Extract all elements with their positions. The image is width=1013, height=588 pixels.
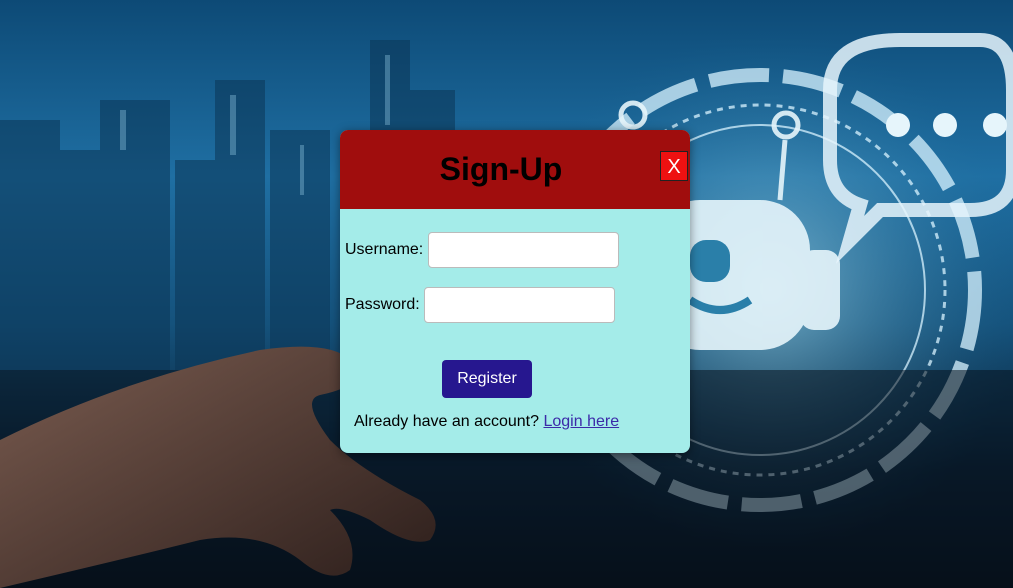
username-label: Username: (345, 241, 424, 258)
password-label: Password: (345, 296, 420, 313)
login-link[interactable]: Login here (543, 413, 619, 430)
password-input[interactable] (424, 287, 615, 323)
register-button[interactable]: Register (442, 360, 532, 398)
login-prompt: Already have an account? Login here (354, 412, 619, 432)
signup-modal: Sign-Up X Username: Password: Register A… (340, 130, 690, 453)
modal-header: Sign-Up X (340, 130, 690, 209)
modal-title: Sign-Up (439, 151, 563, 187)
login-prompt-text: Already have an account? (354, 413, 540, 430)
close-button[interactable]: X (660, 151, 688, 181)
username-input[interactable] (428, 232, 619, 268)
